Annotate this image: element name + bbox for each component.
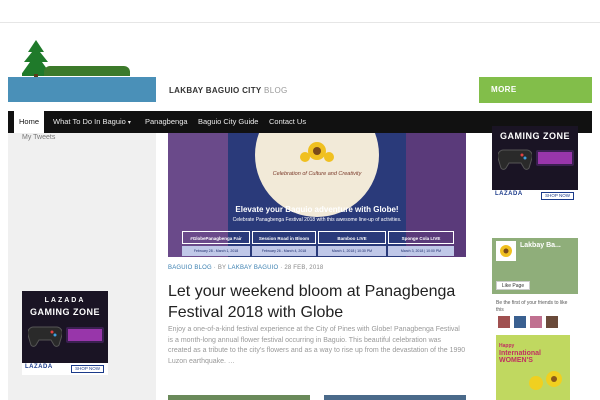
page-avatar-icon (496, 241, 516, 261)
shop-now-button[interactable]: SHOP NOW (71, 365, 104, 373)
ad-footer: LAZADA SHOP NOW (492, 190, 578, 202)
site-title-main: LAKBAY BAGUIO CITY (169, 86, 262, 95)
next-post-thumbnail[interactable] (168, 395, 310, 400)
nav-item-city-guide[interactable]: Baguio City Guide (198, 111, 258, 133)
event-sponge-cola: Sponge Cola LIVE (388, 231, 454, 244)
lazada-logo: LAZADA (25, 364, 53, 370)
left-sidebar: My Tweets LAZADA GAMING ZONE LAZADA SHOP… (8, 133, 156, 400)
friends-like-text: Be the first of your friends to like thi… (496, 300, 568, 313)
post-meta: BAGUIO BLOG · BY LAKBAY BAGUIO · 28 FEB,… (168, 265, 323, 271)
hero-subline: Celebrate Panagbenga Festival 2018 with … (232, 217, 402, 223)
ad-brand: LAZADA (44, 297, 86, 304)
avatar[interactable] (498, 316, 510, 328)
hero-tagline: Celebration of Culture and Creativity (272, 171, 362, 177)
shop-now-button[interactable]: SHOP NOW (541, 192, 574, 200)
ad-zone-title: GAMING ZONE (30, 307, 100, 317)
logo-banner (8, 77, 156, 102)
nav-item-what-to-do[interactable]: What To Do In Baguio ▾ (53, 111, 131, 133)
lazada-ad-left[interactable]: LAZADA GAMING ZONE LAZADA SHOP NOW (22, 291, 108, 375)
nav-item-panagbenga[interactable]: Panagbenga (145, 111, 188, 133)
more-button[interactable]: MORE (479, 77, 592, 103)
post-excerpt: Enjoy a one-of-a-kind festival experienc… (168, 326, 466, 365)
ad-footer: LAZADA SHOP NOW (22, 363, 108, 375)
nav-item-label: Panagbenga (145, 117, 188, 126)
womens-day-title: International WOMEN'S (499, 350, 542, 364)
nav-item-home[interactable]: Home (14, 111, 44, 133)
logo-grass (44, 66, 130, 76)
top-strip (0, 0, 600, 23)
flower-icon (300, 142, 334, 162)
event-bamboo: Bamboo LIVE (318, 231, 386, 244)
avatar[interactable] (546, 316, 558, 328)
site-title-suffix: BLOG (261, 86, 288, 95)
post-author-link[interactable]: LAKBAY BAGUIO (228, 265, 278, 271)
post-by-label: · BY (211, 265, 228, 271)
facebook-page-widget: Lakbay Ba... Like Page Be the first of y… (492, 238, 578, 400)
next-post-thumbnail[interactable] (324, 395, 466, 400)
site-title: LAKBAY BAGUIO CITY BLOG (169, 86, 287, 95)
event-session-road: Session Road in Bloom (252, 231, 316, 244)
gamepad-icon (28, 326, 62, 347)
featured-image[interactable]: Celebration of Culture and Creativity El… (168, 133, 466, 257)
post-title-link[interactable]: Let your weekend bloom at Panagbenga Fes… (168, 281, 468, 323)
nav-item-label: Home (18, 117, 39, 126)
keyboard-icon (536, 150, 574, 166)
lazada-logo: LAZADA (495, 191, 523, 197)
event-fair: #GlobePanagbenga Fair (182, 231, 250, 244)
my-tweets-link[interactable]: My Tweets (22, 134, 55, 141)
event-date: March 1, 2018 | 10:30 PM (318, 246, 386, 256)
event-date: February 28 - March 1, 2018 (182, 246, 250, 256)
hero-headline: Elevate your Baguio adventure with Globe… (235, 205, 399, 214)
nav-item-label: What To Do In Baguio (53, 117, 126, 126)
event-date: March 3, 2018 | 10:00 PM (388, 246, 454, 256)
nav-item-label: Baguio City Guide (198, 117, 259, 126)
nav-item-contact[interactable]: Contact Us (269, 111, 306, 133)
nav-item-label: Contact Us (269, 117, 307, 126)
flower-icon (529, 371, 562, 390)
womens-day-small-text: Happy (499, 343, 515, 349)
avatar[interactable] (514, 316, 526, 328)
gamepad-icon (498, 149, 532, 170)
ad-zone-title: GAMING ZONE (500, 131, 570, 141)
post-category-link[interactable]: BAGUIO BLOG (168, 265, 212, 271)
event-date: February 26 - March 4, 2018 (252, 246, 316, 256)
womens-day-post-image[interactable]: Happy International WOMEN'S (496, 335, 570, 400)
site-logo[interactable] (8, 40, 156, 102)
chevron-down-icon: ▾ (127, 120, 131, 126)
like-page-button[interactable]: Like Page (496, 281, 530, 290)
lazada-ad-right[interactable]: GAMING ZONE LAZADA SHOP NOW (492, 126, 578, 202)
post-date: · 28 FEB, 2018 (278, 265, 324, 271)
keyboard-icon (66, 327, 104, 343)
avatar[interactable] (530, 316, 542, 328)
facebook-page-name[interactable]: Lakbay Ba... (520, 242, 561, 249)
